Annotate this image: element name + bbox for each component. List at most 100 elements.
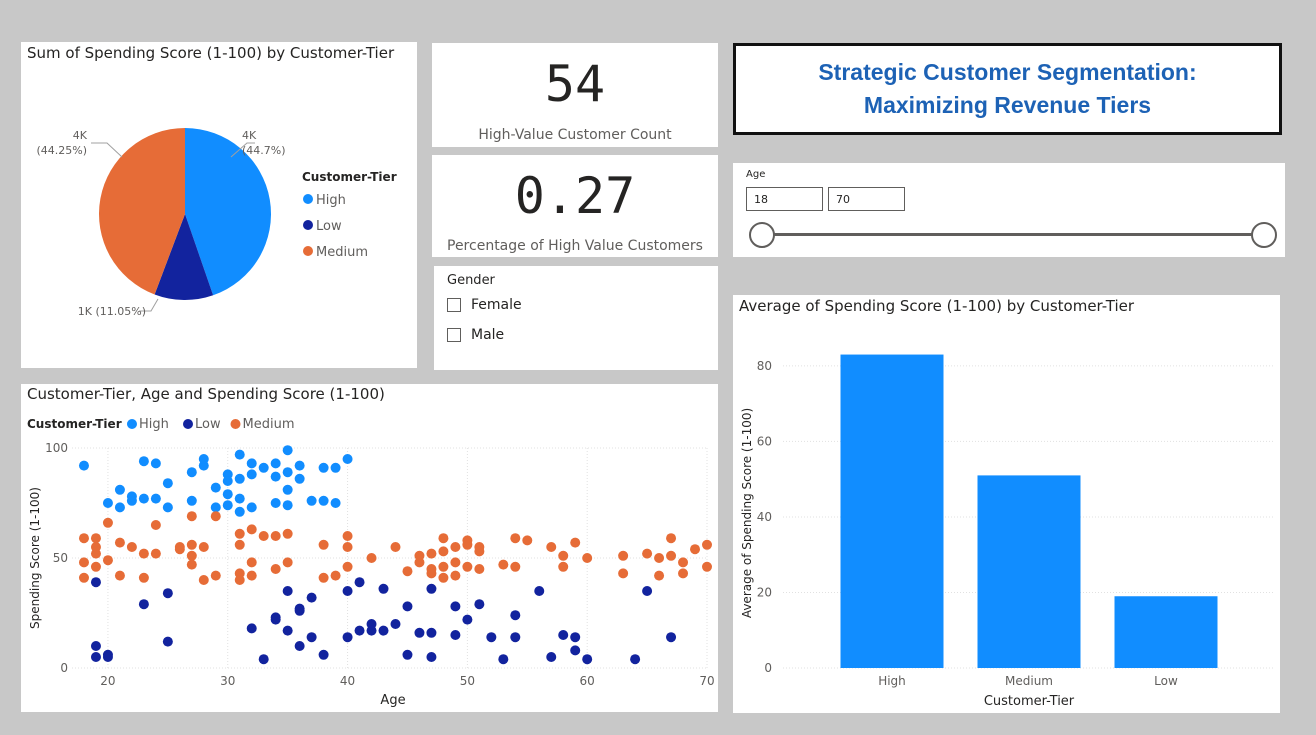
scatter-point-medium[interactable] <box>126 542 137 552</box>
scatter-point-low[interactable] <box>306 632 317 643</box>
scatter-point-medium[interactable] <box>246 524 257 535</box>
scatter-point-medium[interactable] <box>102 555 113 566</box>
scatter-legend-label-high[interactable]: High <box>139 417 169 432</box>
scatter-point-medium[interactable] <box>114 570 125 581</box>
scatter-point-medium[interactable] <box>438 546 449 557</box>
scatter-point-medium[interactable] <box>450 557 461 568</box>
scatter-legend-marker-medium[interactable] <box>230 419 241 429</box>
scatter-point-high[interactable] <box>150 458 161 469</box>
scatter-point-high[interactable] <box>330 462 341 473</box>
scatter-point-low[interactable] <box>138 599 149 610</box>
scatter-point-medium[interactable] <box>390 542 401 552</box>
scatter-point-medium[interactable] <box>450 542 461 552</box>
scatter-point-medium[interactable] <box>102 517 113 528</box>
age-slider-max-handle[interactable] <box>1251 222 1277 248</box>
scatter-point-low[interactable] <box>342 632 353 643</box>
scatter-point-medium[interactable] <box>342 542 353 552</box>
scatter-point-low[interactable] <box>426 627 437 638</box>
scatter-point-medium[interactable] <box>642 548 653 559</box>
scatter-point-high[interactable] <box>270 471 281 482</box>
pie-legend-label-medium[interactable]: Medium <box>316 245 368 260</box>
scatter-point-medium[interactable] <box>78 572 89 583</box>
scatter-point-medium[interactable] <box>258 531 269 541</box>
scatter-point-low[interactable] <box>366 625 377 636</box>
age-slider-min-handle[interactable] <box>749 222 775 248</box>
scatter-point-medium[interactable] <box>210 570 221 581</box>
scatter-point-medium[interactable] <box>342 561 353 572</box>
gender-option-male[interactable]: Male <box>447 327 504 343</box>
scatter-point-high[interactable] <box>318 495 329 506</box>
scatter-point-medium[interactable] <box>174 542 185 552</box>
scatter-point-low[interactable] <box>246 623 257 634</box>
scatter-point-medium[interactable] <box>462 535 473 546</box>
scatter-point-low[interactable] <box>570 645 581 656</box>
scatter-point-medium[interactable] <box>510 533 521 544</box>
scatter-legend-marker-low[interactable] <box>183 419 193 429</box>
scatter-point-low[interactable] <box>462 614 473 625</box>
scatter-point-medium[interactable] <box>438 533 449 544</box>
scatter-point-high[interactable] <box>210 482 221 493</box>
scatter-legend-marker-high[interactable] <box>127 419 137 429</box>
bar-high[interactable] <box>840 354 944 668</box>
scatter-point-high[interactable] <box>294 473 305 484</box>
scatter-point-medium[interactable] <box>522 535 533 546</box>
scatter-point-low[interactable] <box>282 586 293 596</box>
scatter-point-medium[interactable] <box>450 570 461 581</box>
scatter-point-medium[interactable] <box>318 572 329 583</box>
scatter-point-high[interactable] <box>234 473 245 484</box>
scatter-point-low[interactable] <box>102 652 113 662</box>
pie-legend-marker-low[interactable] <box>303 220 313 230</box>
male-checkbox[interactable] <box>447 328 461 342</box>
scatter-point-medium[interactable] <box>426 564 437 574</box>
scatter-point-low[interactable] <box>258 654 269 665</box>
scatter-point-low[interactable] <box>342 586 353 596</box>
scatter-legend-label-low[interactable]: Low <box>195 417 221 432</box>
scatter-point-high[interactable] <box>234 449 245 460</box>
pie-legend-label-high[interactable]: High <box>316 193 346 208</box>
scatter-point-high[interactable] <box>162 502 173 513</box>
scatter-point-medium[interactable] <box>510 561 521 572</box>
scatter-point-high[interactable] <box>330 498 341 508</box>
scatter-point-medium[interactable] <box>234 575 245 585</box>
scatter-point-high[interactable] <box>282 500 293 511</box>
scatter-point-medium[interactable] <box>210 511 221 522</box>
scatter-point-high[interactable] <box>162 478 173 489</box>
scatter-point-medium[interactable] <box>414 550 425 561</box>
scatter-point-high[interactable] <box>342 454 353 464</box>
scatter-point-high[interactable] <box>318 462 329 473</box>
pie-legend-label-low[interactable]: Low <box>316 219 342 234</box>
scatter-point-low[interactable] <box>90 577 101 588</box>
scatter-point-low[interactable] <box>546 652 557 662</box>
scatter-point-high[interactable] <box>222 489 233 500</box>
scatter-point-low[interactable] <box>90 652 101 662</box>
scatter-point-medium[interactable] <box>198 542 209 552</box>
scatter-point-high[interactable] <box>222 500 233 511</box>
scatter-point-high[interactable] <box>294 460 305 471</box>
scatter-point-low[interactable] <box>402 649 413 660</box>
scatter-point-medium[interactable] <box>438 561 449 572</box>
scatter-point-low[interactable] <box>498 654 509 665</box>
scatter-legend-label-medium[interactable]: Medium <box>243 417 295 432</box>
scatter-point-high[interactable] <box>186 495 197 506</box>
age-min-input[interactable]: 18 <box>746 187 823 211</box>
bar-medium[interactable] <box>977 475 1081 668</box>
scatter-point-medium[interactable] <box>186 559 197 570</box>
scatter-point-medium[interactable] <box>138 572 149 583</box>
scatter-point-medium[interactable] <box>678 568 689 579</box>
scatter-point-low[interactable] <box>402 601 413 612</box>
scatter-point-medium[interactable] <box>558 561 569 572</box>
scatter-point-low[interactable] <box>354 577 365 588</box>
scatter-point-low[interactable] <box>534 586 545 596</box>
scatter-point-high[interactable] <box>234 493 245 504</box>
scatter-point-medium[interactable] <box>546 542 557 552</box>
scatter-point-low[interactable] <box>486 632 497 643</box>
scatter-point-medium[interactable] <box>654 570 665 581</box>
scatter-point-medium[interactable] <box>270 564 281 574</box>
scatter-point-medium[interactable] <box>678 557 689 568</box>
scatter-point-low[interactable] <box>582 654 593 665</box>
scatter-point-medium[interactable] <box>90 561 101 572</box>
bar-low[interactable] <box>1114 596 1218 668</box>
scatter-point-medium[interactable] <box>666 550 677 561</box>
scatter-point-medium[interactable] <box>186 550 197 561</box>
scatter-point-medium[interactable] <box>78 557 89 568</box>
